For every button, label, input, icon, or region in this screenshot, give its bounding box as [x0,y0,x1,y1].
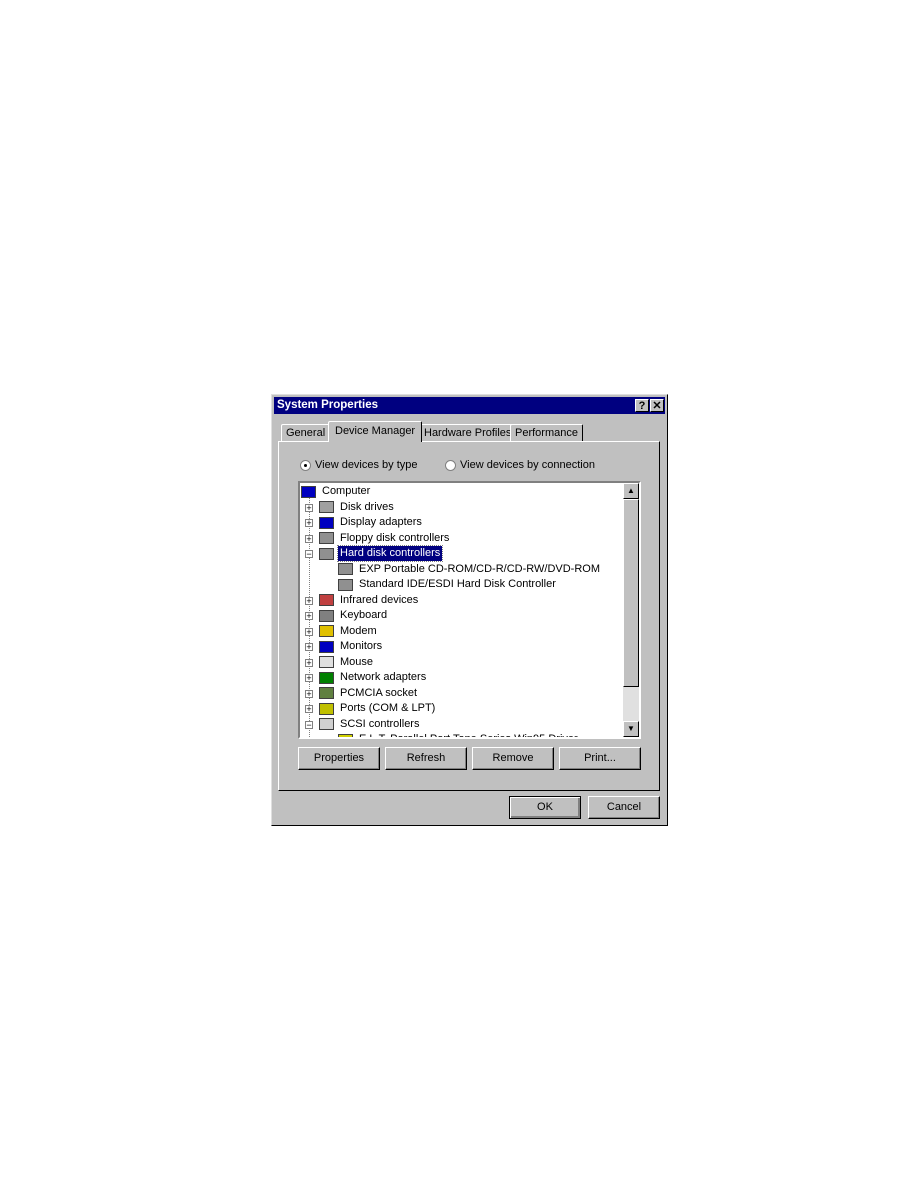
network-card-icon [319,671,334,684]
collapse-icon[interactable]: − [305,550,313,559]
expand-icon[interactable]: + [305,519,313,528]
properties-button[interactable]: Properties [298,747,380,770]
tree-item-label: Ports (COM & LPT) [340,702,436,714]
modem-icon [319,625,334,637]
vertical-scrollbar[interactable]: ▲ ▼ [623,483,639,737]
tree-item[interactable]: Infrared devices [319,593,420,608]
expand-icon[interactable]: + [305,674,313,683]
tree-item-label: Standard IDE/ESDI Hard Disk Controller [359,578,556,590]
tree-item[interactable]: Computer [301,484,372,499]
expand-icon[interactable]: + [305,534,313,543]
radio-label: View devices by connection [460,459,595,471]
scroll-up-button[interactable]: ▲ [623,483,639,499]
tree-item-label: E.L.T. Parallel Port Tape Series Win95 D… [359,733,578,739]
ok-button[interactable]: OK [509,796,581,819]
close-button[interactable]: ✕ [650,399,664,412]
controller-icon [319,547,334,560]
tree-item-label: SCSI controllers [340,717,420,730]
collapse-icon[interactable]: − [305,720,313,729]
infrared-icon [319,594,334,606]
tree-item-label: Disk drives [340,500,394,513]
tree-item[interactable]: Disk drives [319,500,396,515]
tree-item-label: Network adapters [340,671,427,683]
radio-icon [445,459,456,471]
expand-icon[interactable]: + [305,658,313,667]
tab-device-manager[interactable]: Device Manager [328,421,423,442]
help-button[interactable]: ? [635,399,649,412]
tree-item[interactable]: Display adapters [319,515,424,530]
tree-item-label: PCMCIA socket [340,686,418,699]
expand-icon[interactable]: + [305,596,313,605]
print-button[interactable]: Print... [559,747,641,770]
tree-item-label: EXP Portable CD-ROM/CD-R/CD-RW/DVD-ROM [359,562,601,575]
display-icon [319,516,334,529]
monitor-icon [319,640,334,653]
tree-item[interactable]: Network adapters [319,670,428,685]
radio-label: View devices by type [315,459,418,471]
tree-item[interactable]: Mouse [319,655,375,670]
controller-icon [338,563,353,575]
tree-item[interactable]: Floppy disk controllers [319,531,451,546]
window-title: System Properties [277,399,378,411]
port-icon [319,702,334,715]
system-properties-dialog: System Properties ? ✕ General Device Man… [271,394,668,826]
refresh-button[interactable]: Refresh [385,747,467,770]
scsi-icon [319,718,334,730]
radio-selected-icon [300,459,311,471]
scroll-down-button[interactable]: ▼ [623,721,639,737]
tab-general[interactable]: General [281,424,331,441]
keyboard-icon [319,609,334,622]
tree-item-label: Floppy disk controllers [340,531,450,544]
tree-item[interactable]: Monitors [319,639,384,654]
tree-item-label: Monitors [340,640,383,652]
tree-item-label: Computer [322,485,371,497]
tab-performance[interactable]: Performance [510,424,583,441]
tree-item[interactable]: Keyboard [319,608,389,623]
title-bar: System Properties ? ✕ [274,397,665,414]
expand-icon[interactable]: + [305,643,313,652]
pcmcia-icon [319,687,334,699]
remove-button[interactable]: Remove [472,747,554,770]
radio-view-by-connection[interactable]: View devices by connection [445,459,595,471]
controller-icon [319,532,334,544]
expand-icon[interactable]: + [305,612,313,621]
tree-item[interactable]: Hard disk controllers [319,545,444,562]
device-tree[interactable]: ▲ ▼ Computer Disk drives + Display adapters… [298,481,641,739]
tree-item[interactable]: Modem [319,624,379,639]
tree-item-label: Display adapters [340,516,422,528]
radio-view-by-type[interactable]: View devices by type [300,459,418,471]
tab-hardware-profiles[interactable]: Hardware Profiles [419,424,517,441]
tree-item[interactable]: Ports (COM & LPT) [319,701,437,716]
mouse-icon [319,656,334,668]
tree-item[interactable]: Standard IDE/ESDI Hard Disk Controller [338,577,558,592]
tree-item[interactable]: PCMCIA socket [319,686,419,701]
scsi-icon [338,733,353,737]
controller-icon [338,578,353,591]
expand-icon[interactable]: + [305,689,313,698]
scroll-thumb[interactable] [623,499,639,687]
tree-item-label: Infrared devices [340,593,419,606]
tree-item-label: Mouse [340,655,374,668]
tree-item[interactable]: E.L.T. Parallel Port Tape Series Win95 D… [338,732,580,739]
tree-item-label: Hard disk controllers [336,545,444,562]
expand-icon[interactable]: + [305,705,313,714]
tree-item[interactable]: SCSI controllers [319,717,421,732]
computer-icon [301,485,316,498]
disk-drive-icon [319,501,334,513]
tree-item[interactable]: EXP Portable CD-ROM/CD-R/CD-RW/DVD-ROM [338,562,602,577]
expand-icon[interactable]: + [305,627,313,636]
tree-item-label: Modem [340,624,377,637]
tree-item-label: Keyboard [340,609,388,621]
expand-icon[interactable]: + [305,503,313,512]
cancel-button[interactable]: Cancel [588,796,660,819]
